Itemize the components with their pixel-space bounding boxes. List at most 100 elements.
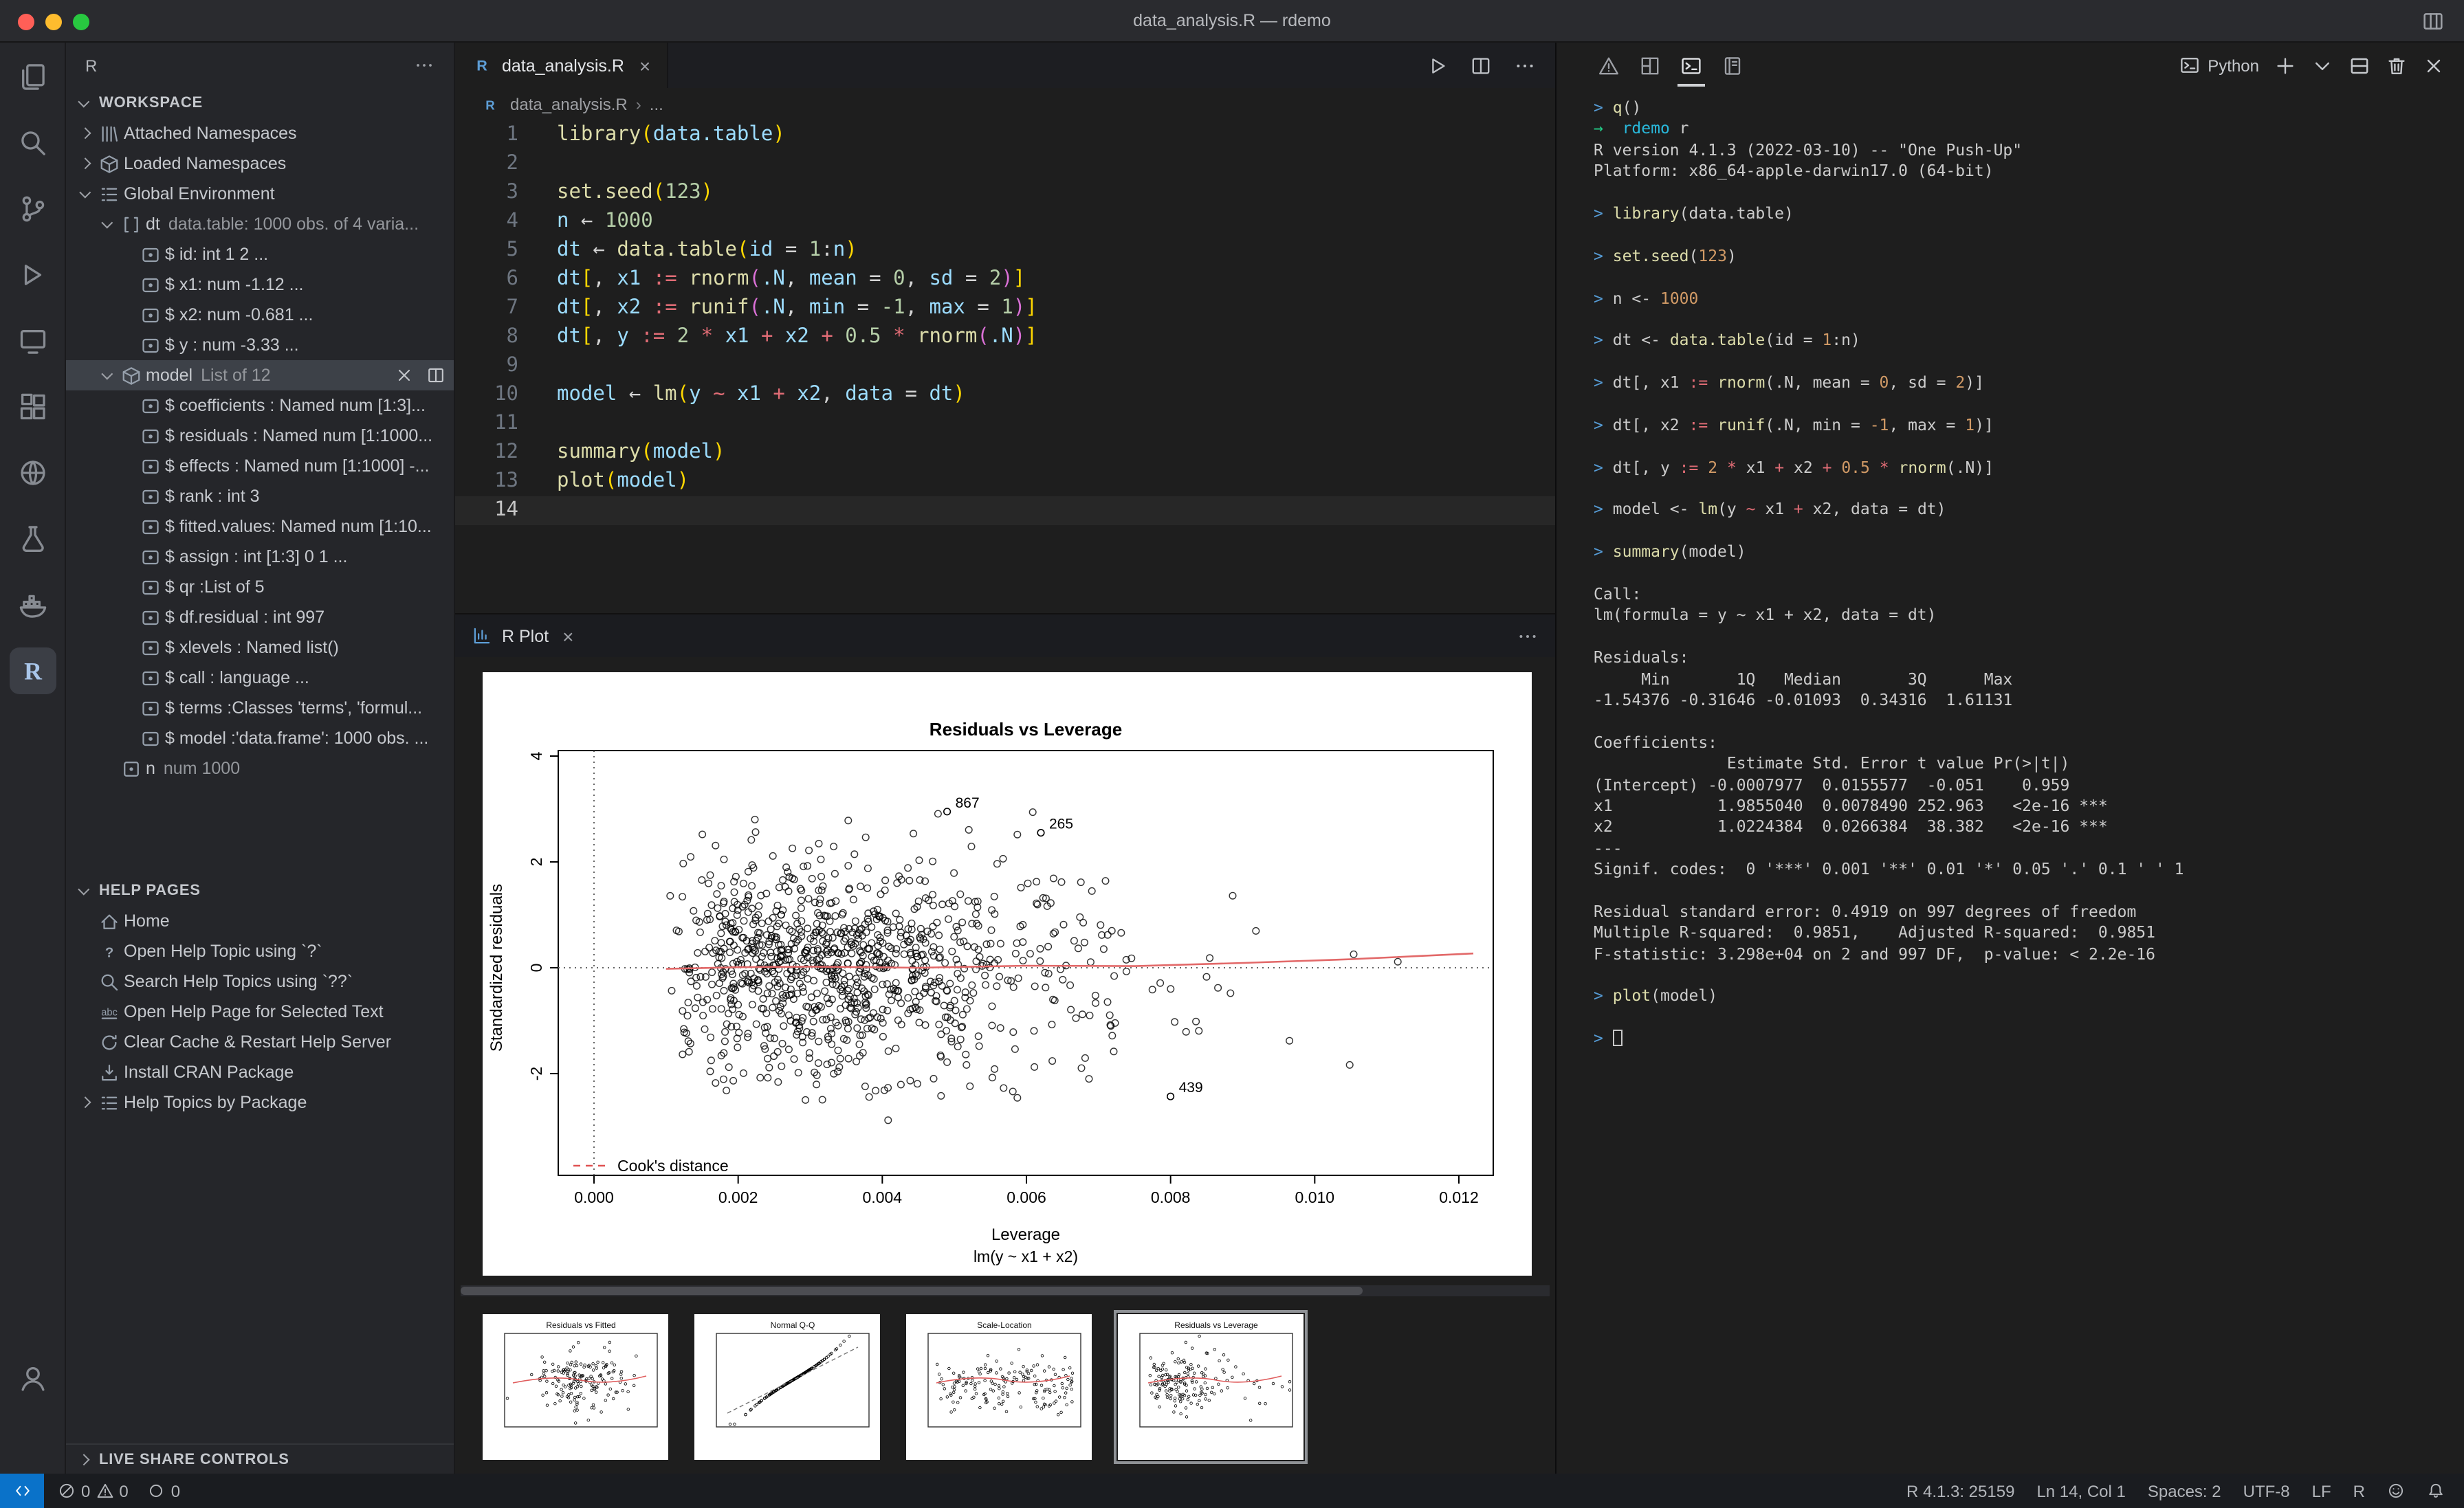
- section-workspace[interactable]: WORKSPACE: [66, 88, 454, 118]
- split-editor-button[interactable]: [1470, 54, 1492, 76]
- notebook-tab-icon[interactable]: [1722, 54, 1744, 76]
- tree-item-install-cran-package[interactable]: Install CRAN Package: [66, 1057, 454, 1087]
- close-window-button[interactable]: [18, 14, 34, 30]
- zoom-window-button[interactable]: [73, 14, 89, 30]
- activity-run-and-debug[interactable]: [9, 252, 56, 298]
- activity-docker[interactable]: [9, 581, 56, 628]
- tree-item-model-data-frame-1000-obs[interactable]: $ model :'data.frame': 1000 obs. ...: [66, 723, 454, 753]
- more-actions-icon[interactable]: [1517, 625, 1539, 647]
- tree-item-coefficients-named-num-1-3[interactable]: $ coefficients : Named num [1:3]...: [66, 390, 454, 421]
- code-line-4[interactable]: 4 n ← 1000: [455, 208, 1555, 236]
- scrollbar-thumb[interactable]: [461, 1287, 1363, 1295]
- tree-item-dt[interactable]: dt data.table: 1000 obs. of 4 varia...: [66, 209, 454, 239]
- more-actions-icon[interactable]: [1514, 54, 1536, 76]
- feedback-icon[interactable]: [2387, 1482, 2405, 1500]
- code-line-3[interactable]: 3 set.seed(123): [455, 179, 1555, 208]
- code-line-14[interactable]: 14: [455, 496, 1555, 525]
- code-line-13[interactable]: 13 plot(model): [455, 467, 1555, 496]
- plot-thumbnail-1[interactable]: Residuals vs Fitted: [483, 1314, 668, 1460]
- terminal-output[interactable]: > q() → rdemo r R version 4.1.3 (2022-03-1…: [1594, 98, 2184, 1050]
- code-line-9[interactable]: 9: [455, 352, 1555, 381]
- tree-item-open-help-topic-using[interactable]: ? Open Help Topic using `?`: [66, 936, 454, 966]
- tree-item-call-language[interactable]: $ call : language ...: [66, 663, 454, 693]
- breadcrumb-symbol[interactable]: ...: [650, 95, 663, 114]
- r-version-status[interactable]: R 4.1.3: 25159: [1906, 1481, 2014, 1500]
- open-in-editor-icon[interactable]: [426, 366, 446, 385]
- tree-item-xlevels-named-list[interactable]: $ xlevels : Named list(): [66, 632, 454, 663]
- tree-item-qr-list-of-5[interactable]: $ qr :List of 5: [66, 572, 454, 602]
- tree-item-model[interactable]: model List of 12: [66, 360, 454, 390]
- tab-r-plot[interactable]: R Plot ×: [455, 614, 590, 657]
- tree-item-assign-int-1-3-0-1[interactable]: $ assign : int [1:3] 0 1 ...: [66, 542, 454, 572]
- problems-tab-icon[interactable]: [1598, 54, 1620, 76]
- layout-icon[interactable]: [2421, 10, 2445, 33]
- plot-thumbnail-2[interactable]: Normal Q-Q: [694, 1314, 880, 1460]
- tree-item-residuals-named-num-1-1000[interactable]: $ residuals : Named num [1:1000...: [66, 421, 454, 451]
- breadcrumb[interactable]: R data_analysis.R › ...: [455, 88, 1555, 121]
- code-editor[interactable]: 1 library(data.table) 2 3 set.seed(123) 4 n ← …: [455, 121, 1555, 613]
- tree-item-global-environment[interactable]: Global Environment: [66, 179, 454, 209]
- close-tab-icon[interactable]: ×: [639, 54, 650, 76]
- code-line-10[interactable]: 10 model ← lm(y ~ x1 + x2, data = dt): [455, 381, 1555, 410]
- kill-terminal-button[interactable]: [2386, 54, 2408, 76]
- output-tab-icon[interactable]: [1639, 54, 1661, 76]
- close-viewer-icon[interactable]: [395, 366, 414, 385]
- minimize-window-button[interactable]: [45, 14, 62, 30]
- activity-remote-explorer[interactable]: [9, 318, 56, 364]
- status-extra-count[interactable]: 0: [148, 1481, 180, 1500]
- breadcrumb-file[interactable]: data_analysis.R: [510, 95, 628, 114]
- tree-item-terms-classes-terms-formul[interactable]: $ terms :Classes 'terms', 'formul...: [66, 693, 454, 723]
- problems-status[interactable]: 0 0: [58, 1481, 129, 1500]
- tree-item-id-int-1-2[interactable]: $ id: int 1 2 ...: [66, 239, 454, 269]
- plot-thumbnail-3[interactable]: Scale-Location: [906, 1314, 1092, 1460]
- code-line-11[interactable]: 11: [455, 410, 1555, 439]
- remote-indicator[interactable]: [0, 1474, 44, 1508]
- new-terminal-button[interactable]: [2274, 54, 2296, 76]
- code-line-2[interactable]: 2: [455, 150, 1555, 179]
- code-line-6[interactable]: 6 dt[, x1 := rnorm(.N, mean = 0, sd = 2)]: [455, 265, 1555, 294]
- terminal-tab-icon[interactable]: [1678, 54, 1705, 86]
- terminal-shell-item[interactable]: Python: [2179, 55, 2259, 76]
- code-line-8[interactable]: 8 dt[, y := 2 * x1 + x2 + 0.5 * rnorm(.N)…: [455, 323, 1555, 352]
- activity-r[interactable]: R: [9, 647, 56, 694]
- indentation-status[interactable]: Spaces: 2: [2148, 1481, 2221, 1500]
- eol-status[interactable]: LF: [2312, 1481, 2331, 1500]
- language-mode-status[interactable]: R: [2353, 1481, 2365, 1500]
- tree-item-attached-namespaces[interactable]: Attached Namespaces: [66, 118, 454, 148]
- tree-item-clear-cache-restart-help-ser[interactable]: Clear Cache & Restart Help Server: [66, 1027, 454, 1057]
- activity-live-share[interactable]: [9, 450, 56, 496]
- activity-explorer[interactable]: [9, 54, 56, 100]
- tree-item-n[interactable]: n num 1000: [66, 753, 454, 784]
- encoding-status[interactable]: UTF-8: [2243, 1481, 2290, 1500]
- code-line-1[interactable]: 1 library(data.table): [455, 121, 1555, 150]
- more-actions-icon[interactable]: [414, 55, 434, 76]
- tree-item-df-residual-int-997[interactable]: $ df.residual : int 997: [66, 602, 454, 632]
- tree-item-x1-num-1-12[interactable]: $ x1: num -1.12 ...: [66, 269, 454, 300]
- activity-testing[interactable]: [9, 515, 56, 562]
- close-panel-button[interactable]: [2423, 54, 2445, 76]
- activity-extensions[interactable]: [9, 384, 56, 430]
- tree-item-home[interactable]: Home: [66, 906, 454, 936]
- tree-item-x2-num-0-681[interactable]: $ x2: num -0.681 ...: [66, 300, 454, 330]
- code-line-7[interactable]: 7 dt[, x2 := runif(.N, min = -1, max = 1)…: [455, 294, 1555, 323]
- code-line-5[interactable]: 5 dt ← data.table(id = 1:n): [455, 236, 1555, 265]
- tab-data-analysis-r[interactable]: R data_analysis.R ×: [455, 43, 669, 88]
- tree-item-fitted-values-named-num-1-10[interactable]: $ fitted.values: Named num [1:10...: [66, 511, 454, 542]
- tree-item-open-help-page-for-selected-[interactable]: abc Open Help Page for Selected Text: [66, 997, 454, 1027]
- notifications-bell-icon[interactable]: [2427, 1482, 2445, 1500]
- horizontal-scrollbar[interactable]: [461, 1285, 1550, 1296]
- activity-source-control[interactable]: [9, 186, 56, 232]
- tree-item-rank-int-3[interactable]: $ rank : int 3: [66, 481, 454, 511]
- section-help-pages[interactable]: HELP PAGES: [66, 876, 454, 906]
- tree-item-search-help-topics-using[interactable]: Search Help Topics using `??`: [66, 966, 454, 997]
- close-plot-tab-icon[interactable]: ×: [562, 625, 573, 647]
- cursor-position-status[interactable]: Ln 14, Col 1: [2036, 1481, 2125, 1500]
- split-terminal-button[interactable]: [2348, 54, 2370, 76]
- terminal-dropdown-icon[interactable]: [2311, 54, 2333, 76]
- activity-search[interactable]: [9, 120, 56, 166]
- tree-item-help-topics-by-package[interactable]: Help Topics by Package: [66, 1087, 454, 1118]
- tree-item-loaded-namespaces[interactable]: Loaded Namespaces: [66, 148, 454, 179]
- section-live-share[interactable]: LIVE SHARE CONTROLS: [66, 1443, 454, 1474]
- plot-thumbnail-4[interactable]: Residuals vs Leverage: [1114, 1310, 1308, 1464]
- code-line-12[interactable]: 12 summary(model): [455, 439, 1555, 467]
